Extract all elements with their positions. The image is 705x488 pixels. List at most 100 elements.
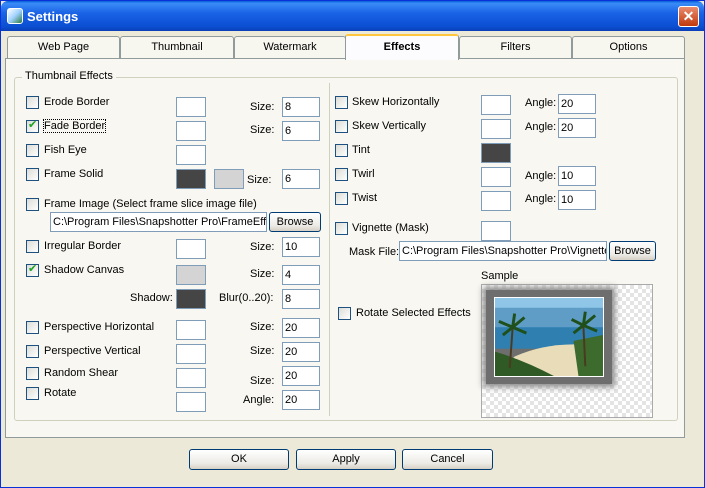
irregular-border-checkbox[interactable] bbox=[26, 240, 39, 253]
rotate-selected-effects-label: Rotate Selected Effects bbox=[356, 307, 471, 319]
rotate-checkbox[interactable] bbox=[26, 387, 39, 400]
skew-vertically-angle-label: Angle: bbox=[525, 121, 557, 133]
perspective-horizontal-color[interactable] bbox=[176, 320, 206, 340]
sample-label: Sample bbox=[481, 270, 519, 282]
tab-watermark[interactable]: Watermark bbox=[234, 36, 346, 58]
random-shear-size-input[interactable]: 20 bbox=[282, 366, 320, 386]
tint-checkbox[interactable] bbox=[335, 144, 348, 157]
vignette-color[interactable] bbox=[481, 221, 511, 241]
shadow-blur-label: Blur(0..20): bbox=[219, 292, 274, 304]
twirl-angle-label: Angle: bbox=[525, 170, 557, 182]
irregular-border-color[interactable] bbox=[176, 239, 206, 259]
frame-solid-checkbox[interactable] bbox=[26, 168, 39, 181]
fade-border-color[interactable] bbox=[176, 121, 206, 141]
vignette-label: Vignette (Mask) bbox=[352, 222, 429, 234]
tab-options[interactable]: Options bbox=[572, 36, 685, 58]
shadow-blur-input[interactable]: 8 bbox=[282, 289, 320, 309]
skew-horizontally-checkbox[interactable] bbox=[335, 96, 348, 109]
cancel-button[interactable]: Cancel bbox=[402, 449, 493, 470]
random-shear-label: Random Shear bbox=[44, 367, 118, 379]
sample-preview bbox=[481, 284, 653, 418]
frame-image-label: Frame Image (Select frame slice image fi… bbox=[44, 198, 257, 210]
tab-web-page[interactable]: Web Page bbox=[7, 36, 120, 58]
perspective-horizontal-checkbox[interactable] bbox=[26, 321, 39, 334]
tab-effects[interactable]: Effects bbox=[345, 34, 459, 60]
frame-solid-size-input[interactable]: 6 bbox=[282, 169, 320, 189]
random-shear-color[interactable] bbox=[176, 368, 206, 388]
tab-thumbnail[interactable]: Thumbnail bbox=[120, 36, 234, 58]
skew-vertically-checkbox[interactable] bbox=[335, 120, 348, 133]
skew-vertically-color[interactable] bbox=[481, 119, 511, 139]
skew-horizontally-label: Skew Horizontally bbox=[352, 96, 440, 108]
irregular-border-size-label: Size: bbox=[250, 241, 275, 253]
tint-label: Tint bbox=[352, 144, 370, 156]
frame-solid-color[interactable] bbox=[176, 169, 206, 189]
perspective-vertical-color[interactable] bbox=[176, 344, 206, 364]
skew-horizontally-color[interactable] bbox=[481, 95, 511, 115]
rotate-color[interactable] bbox=[176, 392, 206, 412]
erode-border-size-label: Size: bbox=[250, 101, 275, 113]
mask-file-label: Mask File: bbox=[349, 246, 400, 258]
perspective-vertical-size-input[interactable]: 20 bbox=[282, 342, 320, 362]
perspective-horizontal-size-label: Size: bbox=[250, 321, 275, 333]
tab-filters[interactable]: Filters bbox=[459, 36, 572, 58]
twist-color[interactable] bbox=[481, 191, 511, 211]
rotate-angle-input[interactable]: 20 bbox=[282, 390, 320, 410]
rotate-label: Rotate bbox=[44, 387, 77, 399]
fade-border-checkbox[interactable] bbox=[26, 118, 39, 133]
frame-solid-color-2[interactable] bbox=[214, 169, 244, 189]
ok-button[interactable]: OK bbox=[189, 449, 289, 470]
perspective-horizontal-size-input[interactable]: 20 bbox=[282, 318, 320, 338]
twirl-checkbox[interactable] bbox=[335, 168, 348, 181]
shadow-canvas-size-input[interactable]: 4 bbox=[282, 265, 320, 285]
frame-solid-size-label: Size: bbox=[247, 174, 272, 186]
shadow-canvas-checkbox[interactable] bbox=[26, 262, 39, 277]
tint-color[interactable] bbox=[481, 143, 511, 163]
frame-image-checkbox[interactable] bbox=[26, 198, 39, 211]
apply-button[interactable]: Apply bbox=[296, 449, 396, 470]
shadow-canvas-color[interactable] bbox=[176, 265, 206, 285]
fade-border-size-label: Size: bbox=[250, 124, 275, 136]
twirl-angle-input[interactable]: 10 bbox=[558, 166, 596, 186]
close-button[interactable]: ✕ bbox=[678, 6, 699, 27]
perspective-horizontal-label: Perspective Horizontal bbox=[44, 321, 155, 333]
erode-border-checkbox[interactable] bbox=[26, 96, 39, 109]
random-shear-checkbox[interactable] bbox=[26, 367, 39, 380]
skew-vertically-label: Skew Vertically bbox=[352, 120, 426, 132]
shadow-color[interactable] bbox=[176, 289, 206, 309]
fade-border-label: Fade Border bbox=[42, 119, 107, 133]
rotate-selected-effects-checkbox[interactable] bbox=[338, 307, 351, 320]
perspective-vertical-checkbox[interactable] bbox=[26, 345, 39, 358]
erode-border-color[interactable] bbox=[176, 97, 206, 117]
erode-border-size-input[interactable]: 8 bbox=[282, 97, 320, 117]
shadow-canvas-size-label: Size: bbox=[250, 268, 275, 280]
frame-image-browse-button[interactable]: Browse bbox=[269, 212, 321, 232]
twist-angle-input[interactable]: 10 bbox=[558, 190, 596, 210]
erode-border-label: Erode Border bbox=[44, 96, 110, 108]
vignette-checkbox[interactable] bbox=[335, 222, 348, 235]
perspective-vertical-size-label: Size: bbox=[250, 345, 275, 357]
irregular-border-size-input[interactable]: 10 bbox=[282, 237, 320, 257]
column-divider bbox=[329, 83, 330, 416]
perspective-vertical-label: Perspective Vertical bbox=[44, 345, 141, 357]
skew-horizontally-angle-label: Angle: bbox=[525, 97, 557, 109]
twist-checkbox[interactable] bbox=[335, 192, 348, 205]
skew-horizontally-angle-input[interactable]: 20 bbox=[558, 94, 596, 114]
shadow-canvas-label: Shadow Canvas bbox=[44, 264, 125, 276]
skew-vertically-angle-input[interactable]: 20 bbox=[558, 118, 596, 138]
twist-label: Twist bbox=[352, 192, 378, 204]
irregular-border-label: Irregular Border bbox=[44, 240, 122, 252]
frame-solid-label: Frame Solid bbox=[44, 168, 104, 180]
twist-angle-label: Angle: bbox=[525, 193, 557, 205]
twirl-label: Twirl bbox=[352, 168, 375, 180]
twirl-color[interactable] bbox=[481, 167, 511, 187]
mask-file-path-input[interactable]: C:\Program Files\Snapshotter Pro\Vignett… bbox=[399, 241, 607, 261]
fish-eye-color[interactable] bbox=[176, 145, 206, 165]
rotate-angle-label: Angle: bbox=[243, 394, 275, 406]
title-bar: Settings ✕ bbox=[1, 1, 704, 31]
random-shear-size-label: Size: bbox=[250, 375, 275, 387]
fish-eye-checkbox[interactable] bbox=[26, 144, 39, 157]
mask-file-browse-button[interactable]: Browse bbox=[609, 241, 656, 261]
fade-border-size-input[interactable]: 6 bbox=[282, 121, 320, 141]
frame-image-path-input[interactable]: C:\Program Files\Snapshotter Pro\FrameEf… bbox=[50, 212, 267, 232]
